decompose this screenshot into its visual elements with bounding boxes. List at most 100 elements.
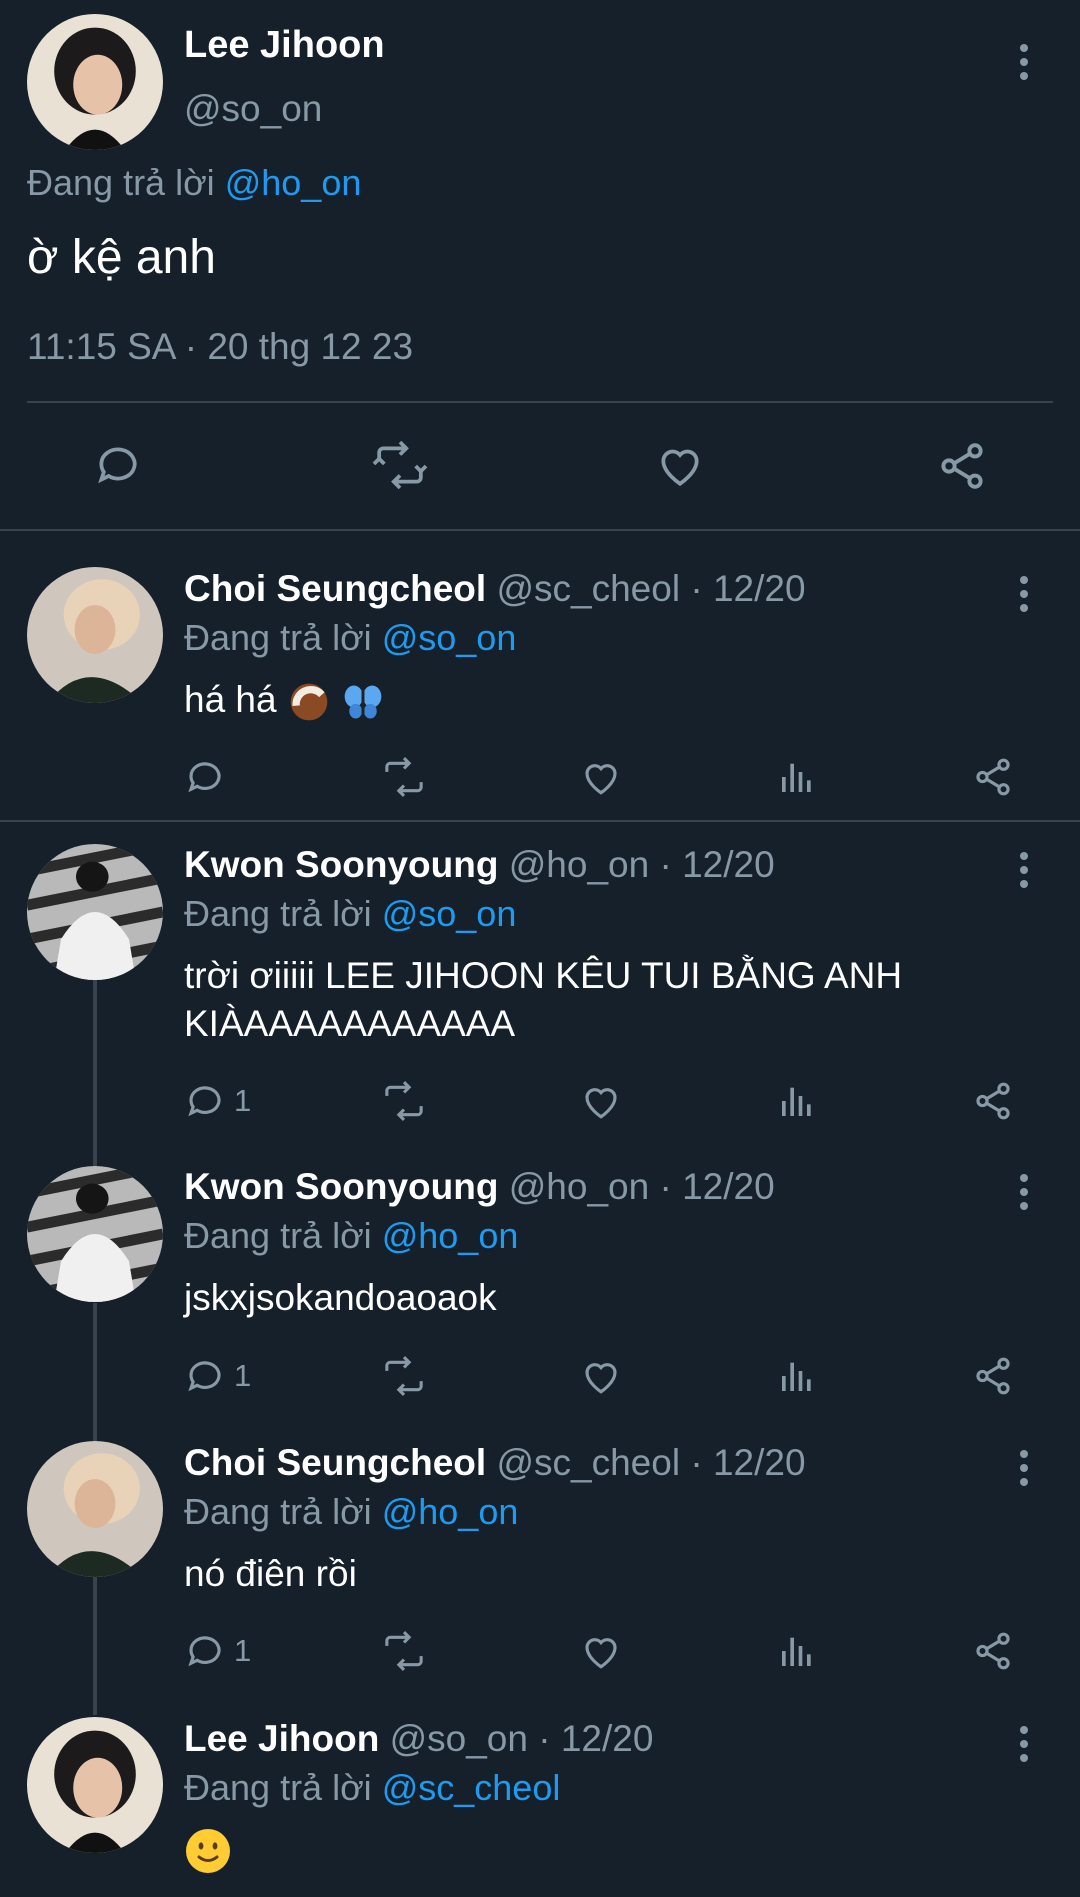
share-button[interactable]	[972, 756, 1014, 798]
heart-icon	[585, 1363, 617, 1394]
reply-button[interactable]	[93, 440, 143, 490]
bar-chart-icon	[782, 1637, 811, 1666]
share-icon	[976, 1082, 1010, 1120]
retweet-button[interactable]	[380, 1080, 428, 1122]
analytics-button[interactable]	[777, 1355, 817, 1397]
replying-to-line: Đang trả lời @so_on	[184, 893, 517, 934]
more-options-icon[interactable]	[1017, 1726, 1031, 1766]
reply-icon	[188, 1361, 221, 1392]
like-button[interactable]	[580, 1080, 622, 1122]
retweet-icon	[385, 757, 423, 797]
author-meta[interactable]: @ho_on · 12/20	[509, 844, 775, 885]
author-name[interactable]: Lee Jihoon	[184, 1718, 379, 1759]
bar-chart-icon	[782, 763, 811, 792]
avatar[interactable]	[27, 1166, 163, 1302]
author-name[interactable]: Choi Seungcheol	[184, 568, 486, 609]
reply-count: 1	[234, 1358, 252, 1393]
section-divider	[0, 529, 1080, 531]
heart-icon	[585, 764, 617, 795]
reply-header: Kwon Soonyoung @ho_on · 12/20	[184, 844, 775, 886]
thread-line	[93, 980, 97, 1166]
share-icon	[976, 1357, 1010, 1395]
share-button[interactable]	[972, 1080, 1014, 1122]
replying-to-line: Đang trả lời @ho_on	[27, 162, 362, 203]
heart-icon	[661, 449, 699, 486]
reply-icon	[188, 1636, 221, 1667]
heart-icon	[585, 1638, 617, 1669]
author-meta[interactable]: @ho_on · 12/20	[509, 1166, 775, 1207]
author-name[interactable]: Lee Jihoon	[184, 24, 385, 67]
more-options-icon[interactable]	[1017, 1450, 1031, 1490]
retweet-button[interactable]	[380, 1355, 428, 1397]
reply-icon	[98, 447, 137, 484]
avatar[interactable]	[27, 1717, 163, 1853]
author-name[interactable]: Kwon Soonyoung	[184, 1166, 498, 1207]
analytics-button[interactable]	[777, 1630, 817, 1672]
bar-chart-icon	[782, 1362, 811, 1391]
replying-to-line: Đang trả lời @so_on	[184, 617, 517, 658]
retweet-icon	[385, 1356, 423, 1396]
bar-chart-icon	[782, 1087, 811, 1116]
author-name[interactable]: Choi Seungcheol	[184, 1442, 486, 1483]
author-handle[interactable]: @so_on	[184, 88, 322, 130]
avatar[interactable]	[27, 567, 163, 703]
replying-to-link[interactable]: @ho_on	[382, 1215, 519, 1256]
author-meta[interactable]: @so_on · 12/20	[390, 1718, 654, 1759]
tweet-timestamp[interactable]: 11:15 SA · 20 thg 12 23	[27, 326, 413, 368]
retweet-button[interactable]	[380, 756, 428, 798]
avatar[interactable]	[27, 844, 163, 980]
replying-to-link[interactable]: @ho_on	[225, 162, 362, 203]
like-button[interactable]	[654, 440, 706, 490]
tweet-text	[184, 1827, 232, 1875]
like-button[interactable]	[580, 756, 622, 798]
avatar-main[interactable]	[27, 14, 163, 150]
reply-button[interactable]: 1	[184, 1080, 251, 1122]
replying-to-link[interactable]: @sc_cheol	[382, 1767, 561, 1808]
reply-header: Choi Seungcheol @sc_cheol · 12/20	[184, 568, 806, 610]
share-icon	[976, 758, 1010, 796]
share-button[interactable]	[936, 440, 988, 492]
tweet-text: trời ơiiiii LEE JIHOON KÊU TUI BẰNG ANH …	[184, 955, 903, 1044]
author-name[interactable]: Kwon Soonyoung	[184, 844, 498, 885]
retweet-button[interactable]	[380, 1630, 428, 1672]
analytics-button[interactable]	[777, 756, 817, 798]
analytics-button[interactable]	[777, 1080, 817, 1122]
coconut-emoji	[290, 683, 328, 721]
more-options-icon[interactable]	[1017, 1174, 1031, 1214]
share-button[interactable]	[972, 1355, 1014, 1397]
reply-header: Choi Seungcheol @sc_cheol · 12/20	[184, 1442, 806, 1484]
reply-button[interactable]: 1	[184, 1355, 251, 1397]
more-options-icon[interactable]	[1017, 576, 1031, 616]
heart-icon	[585, 1088, 617, 1119]
share-button[interactable]	[972, 1630, 1014, 1672]
more-options-icon[interactable]	[1017, 44, 1031, 84]
like-button[interactable]	[580, 1630, 622, 1672]
retweet-icon	[372, 440, 428, 490]
reply-icon	[188, 1086, 221, 1117]
replying-to-line: Đang trả lời @ho_on	[184, 1491, 519, 1532]
reply-header: Kwon Soonyoung @ho_on · 12/20	[184, 1166, 775, 1208]
tweet-text: jskxjsokandoaoaok	[184, 1277, 497, 1318]
divider	[27, 401, 1053, 403]
retweet-icon	[385, 1081, 423, 1121]
share-icon	[976, 1632, 1010, 1670]
replying-to-line: Đang trả lời @ho_on	[184, 1215, 519, 1256]
avatar[interactable]	[27, 1441, 163, 1577]
replying-to-link[interactable]: @ho_on	[382, 1491, 519, 1532]
retweet-button[interactable]	[370, 440, 430, 490]
replying-to-link[interactable]: @so_on	[382, 617, 517, 658]
tweet-text: há há	[184, 676, 385, 724]
butterfly-emoji	[344, 685, 382, 719]
section-divider	[0, 820, 1080, 822]
more-options-icon[interactable]	[1017, 852, 1031, 892]
thread-line	[93, 1303, 97, 1441]
slightly-smiling-face-emoji	[186, 1829, 230, 1873]
author-meta[interactable]: @sc_cheol · 12/20	[496, 1442, 805, 1483]
tweet-text: nó điên rồi	[184, 1553, 357, 1594]
thread-line	[93, 1577, 97, 1715]
replying-to-link[interactable]: @so_on	[382, 893, 517, 934]
reply-button[interactable]	[184, 756, 226, 798]
reply-button[interactable]: 1	[184, 1630, 251, 1672]
like-button[interactable]	[580, 1355, 622, 1397]
author-meta[interactable]: @sc_cheol · 12/20	[496, 568, 805, 609]
